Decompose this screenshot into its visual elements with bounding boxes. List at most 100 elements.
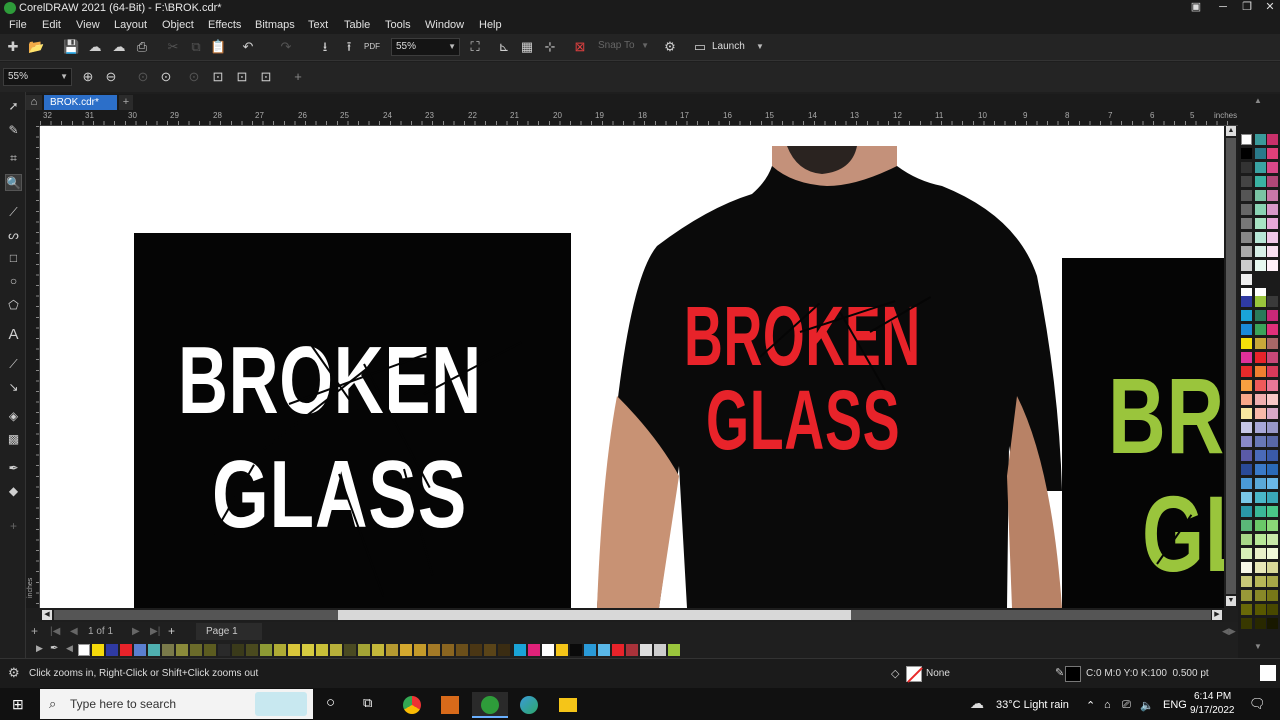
color-swatch[interactable]	[1241, 408, 1252, 419]
vertical-scroll-thumb[interactable]	[1226, 138, 1236, 594]
palette-menu-icon[interactable]: ▶	[36, 643, 43, 654]
cortana-icon[interactable]: ○	[326, 694, 335, 711]
color-swatch[interactable]	[232, 644, 244, 656]
tray-app-icon[interactable]: ⌂	[1104, 699, 1111, 711]
design-green-panel[interactable]: BR GL	[1062, 258, 1224, 608]
shape-tool-icon[interactable]: ✎	[5, 122, 22, 139]
color-swatch[interactable]	[1241, 436, 1252, 447]
menu-edit[interactable]: Edit	[42, 19, 61, 31]
color-swatch[interactable]	[1241, 618, 1252, 629]
color-swatch[interactable]	[1255, 296, 1266, 307]
transparency-icon[interactable]: ▩	[5, 431, 22, 448]
color-swatch[interactable]	[1241, 246, 1252, 257]
color-swatch[interactable]	[330, 644, 342, 656]
clock-time[interactable]: 6:14 PM	[1194, 691, 1231, 702]
color-swatch[interactable]	[1255, 520, 1266, 531]
color-swatch[interactable]	[1267, 492, 1278, 503]
zoom-page-icon[interactable]: ⊙	[186, 69, 202, 85]
crop-tool-icon[interactable]: ⌗	[5, 150, 22, 167]
color-swatch[interactable]	[668, 644, 680, 656]
scroll-left-arrow-icon[interactable]: ◀	[42, 610, 52, 620]
color-swatch[interactable]	[1241, 604, 1252, 615]
color-swatch[interactable]	[92, 644, 104, 656]
color-swatch[interactable]	[1267, 534, 1278, 545]
color-swatch[interactable]	[1255, 352, 1266, 363]
palette-scroll-icon[interactable]: ◀▶	[1222, 626, 1236, 637]
vertical-scrollbar[interactable]: ▲ ▼	[1224, 126, 1238, 608]
color-swatch[interactable]	[1255, 450, 1266, 461]
color-swatch[interactable]	[1267, 338, 1278, 349]
full-screen-icon[interactable]: ⛶	[467, 39, 483, 55]
color-swatch[interactable]	[1241, 274, 1252, 285]
color-swatch[interactable]	[1267, 478, 1278, 489]
color-swatch[interactable]	[316, 644, 328, 656]
color-swatch[interactable]	[190, 644, 202, 656]
fill-none-swatch[interactable]	[906, 666, 923, 683]
zoom-tool-icon[interactable]: 🔍	[5, 174, 22, 191]
launch-icon[interactable]: ▭	[692, 39, 708, 55]
add-icon[interactable]: +	[290, 69, 306, 85]
color-swatch[interactable]	[176, 644, 188, 656]
color-swatch[interactable]	[1267, 394, 1278, 405]
color-swatch[interactable]	[1241, 380, 1252, 391]
color-swatch[interactable]	[1255, 338, 1266, 349]
close-button[interactable]: ✕	[1259, 0, 1280, 17]
color-swatch[interactable]	[1267, 464, 1278, 475]
clock-date[interactable]: 9/17/2022	[1190, 705, 1235, 716]
page-tab[interactable]: Page 1	[196, 623, 262, 640]
color-swatch[interactable]	[1255, 148, 1266, 159]
color-swatch[interactable]	[1255, 190, 1266, 201]
windows-start-icon[interactable]: ⊞	[12, 696, 24, 713]
color-swatch[interactable]	[584, 644, 596, 656]
color-swatch[interactable]	[1241, 506, 1252, 517]
menu-window[interactable]: Window	[425, 19, 464, 31]
zoom-page-width-icon[interactable]: ⊡	[210, 69, 226, 85]
color-swatch[interactable]	[612, 644, 624, 656]
color-swatch[interactable]	[542, 644, 554, 656]
horizontal-scrollbar[interactable]: ◀ ▶	[40, 608, 1224, 622]
color-swatch[interactable]	[1241, 450, 1252, 461]
color-swatch[interactable]	[1241, 548, 1252, 559]
color-swatch[interactable]	[1267, 310, 1278, 321]
palette-eyedropper-icon[interactable]: ✒	[50, 643, 58, 654]
open-folder-icon[interactable]: 📂	[28, 39, 44, 55]
color-swatch[interactable]	[1255, 176, 1266, 187]
color-swatch[interactable]	[626, 644, 638, 656]
snap-off-icon[interactable]: ⊠	[572, 39, 588, 55]
weather-cloud-icon[interactable]: ☁	[970, 695, 984, 712]
palette-up-arrow-icon[interactable]: ▲	[1254, 96, 1262, 105]
color-swatch[interactable]	[1241, 324, 1252, 335]
zoom-level-combo[interactable]: 55% ▼	[391, 38, 460, 56]
color-swatch[interactable]	[106, 644, 118, 656]
color-swatch[interactable]	[1267, 422, 1278, 433]
color-swatch[interactable]	[1267, 218, 1278, 229]
text-tool-icon[interactable]: A	[5, 326, 22, 343]
color-swatch[interactable]	[1255, 380, 1266, 391]
color-swatch[interactable]	[274, 644, 286, 656]
zoom-page-height-icon[interactable]: ⊡	[234, 69, 250, 85]
color-swatch[interactable]	[1255, 408, 1266, 419]
swatch-none[interactable]	[78, 644, 90, 656]
launch-button[interactable]: Launch	[712, 41, 745, 52]
color-swatch[interactable]	[1255, 260, 1266, 271]
pick-tool-icon[interactable]: ➚	[5, 98, 22, 115]
color-swatch[interactable]	[514, 644, 526, 656]
previous-page-icon[interactable]: ◀	[70, 626, 78, 637]
color-swatch[interactable]	[1255, 366, 1266, 377]
color-swatch[interactable]	[1267, 436, 1278, 447]
color-swatch[interactable]	[570, 644, 582, 656]
color-swatch[interactable]	[1241, 394, 1252, 405]
connector-tool-icon[interactable]: ↘	[5, 379, 22, 396]
zoom-fit-icon[interactable]: ⊡	[258, 69, 274, 85]
eyedropper-icon[interactable]: ✒	[5, 460, 22, 477]
drop-shadow-icon[interactable]: ◈	[5, 408, 22, 425]
notifications-icon[interactable]: 🗨	[1249, 696, 1266, 712]
color-swatch[interactable]	[1267, 190, 1278, 201]
color-swatch[interactable]	[1255, 246, 1266, 257]
cut-icon[interactable]: ✂	[165, 39, 181, 55]
scroll-right-arrow-icon[interactable]: ▶	[1212, 610, 1222, 620]
color-swatch[interactable]	[1241, 478, 1252, 489]
undo-icon[interactable]: ↶	[240, 39, 256, 55]
color-swatch[interactable]	[1255, 218, 1266, 229]
first-page-icon[interactable]: |◀	[50, 626, 60, 637]
